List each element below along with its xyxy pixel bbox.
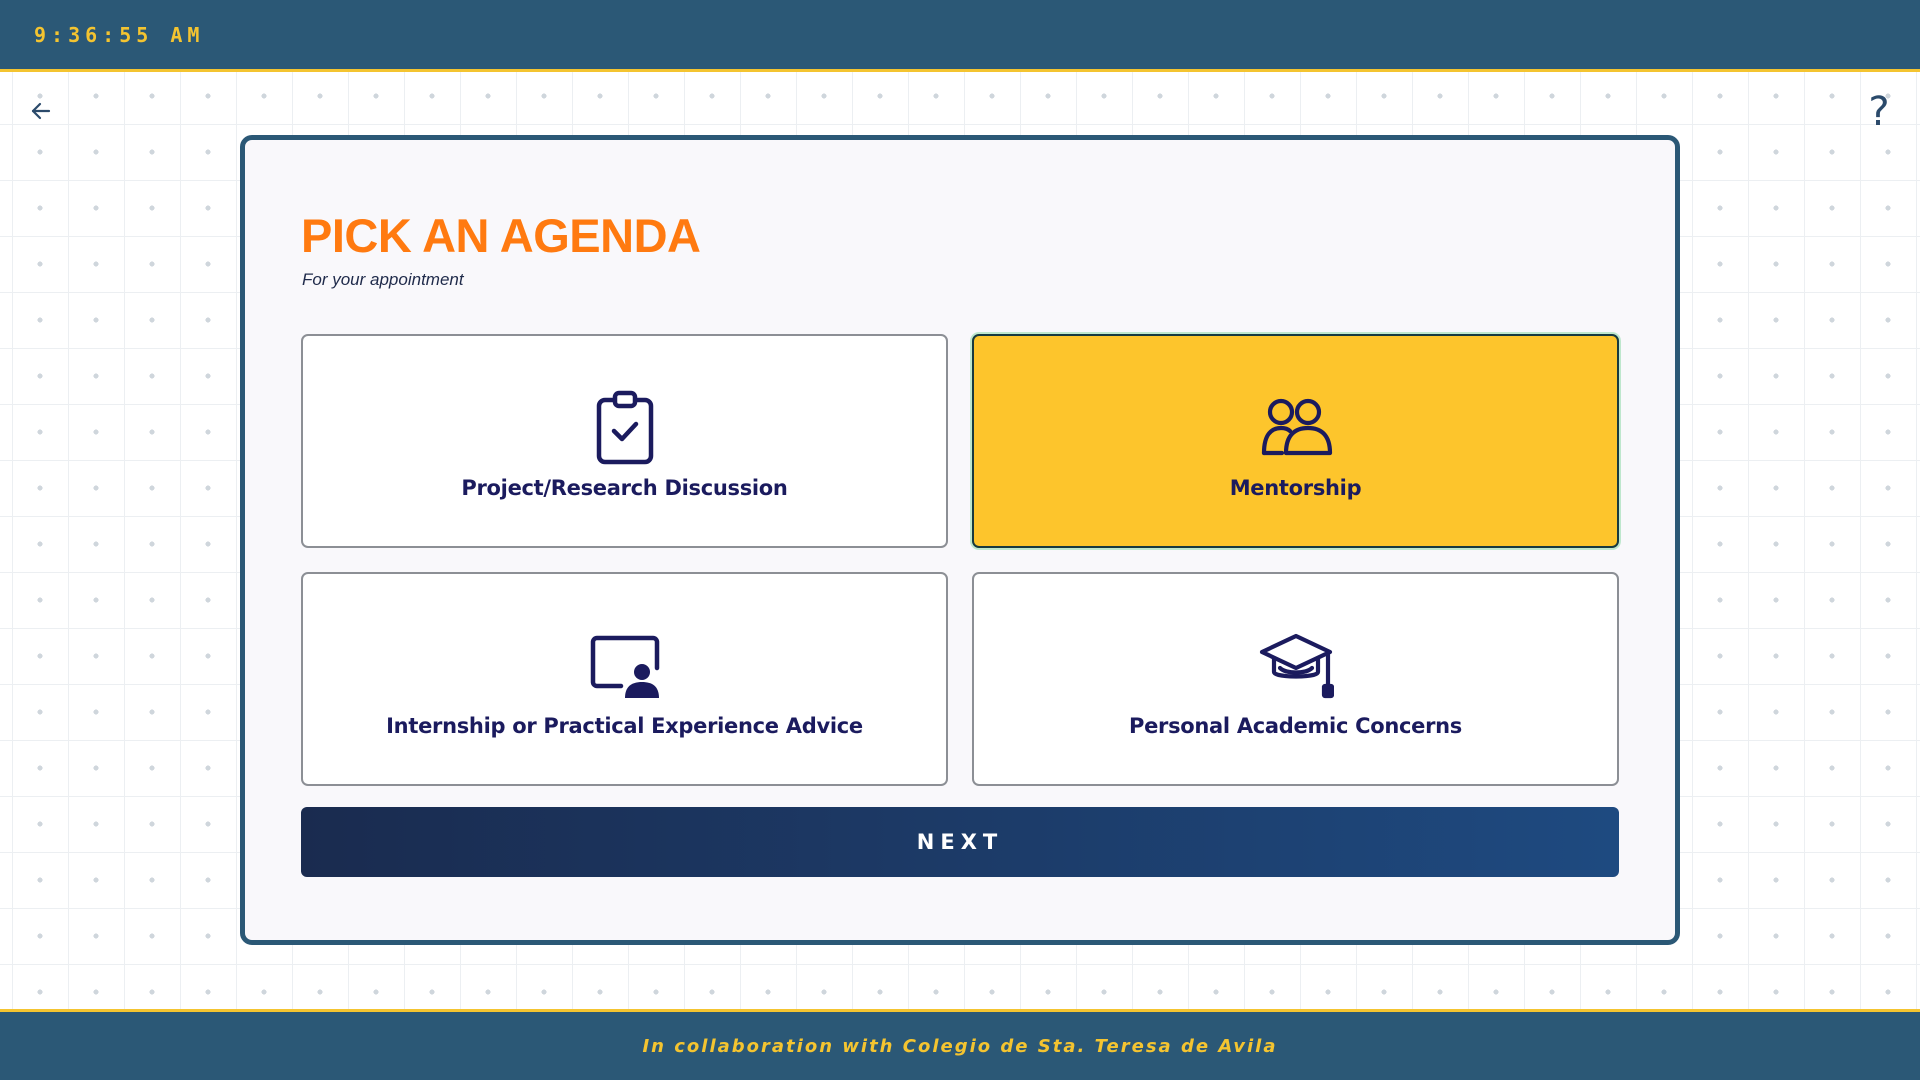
top-bar: 9:36:55 AM <box>0 0 1920 72</box>
arrow-left-icon <box>31 102 51 120</box>
next-button[interactable]: NEXT <box>301 807 1619 877</box>
clock: 9:36:55 AM <box>34 22 205 47</box>
graduation-cap-icon <box>1259 633 1334 699</box>
agenda-options: Project/Research Discussion Mentorship I… <box>301 334 1619 786</box>
option-label: Mentorship <box>1229 476 1362 500</box>
option-label: Project/Research Discussion <box>461 476 788 500</box>
option-project-research[interactable]: Project/Research Discussion <box>301 334 948 548</box>
clipboard-check-icon <box>596 390 653 465</box>
option-internship[interactable]: Internship or Practical Experience Advic… <box>301 572 948 786</box>
help-button[interactable]: ? <box>1864 89 1894 135</box>
presentation-user-icon <box>590 635 659 698</box>
option-label: Personal Academic Concerns <box>1128 714 1463 738</box>
page-title: PICK AN AGENDA <box>301 209 701 262</box>
agenda-card: PICK AN AGENDA For your appointment Proj… <box>240 135 1680 945</box>
footer-bar: In collaboration with Colegio de Sta. Te… <box>0 1009 1920 1080</box>
back-button[interactable] <box>26 96 56 126</box>
option-personal-academic[interactable]: Personal Academic Concerns <box>972 572 1619 786</box>
users-icon <box>1261 398 1332 456</box>
page-subtitle: For your appointment <box>302 270 464 289</box>
option-mentorship[interactable]: Mentorship <box>972 334 1619 548</box>
footer-text: In collaboration with Colegio de Sta. Te… <box>642 1035 1278 1057</box>
option-label: Internship or Practical Experience Advic… <box>386 714 863 738</box>
